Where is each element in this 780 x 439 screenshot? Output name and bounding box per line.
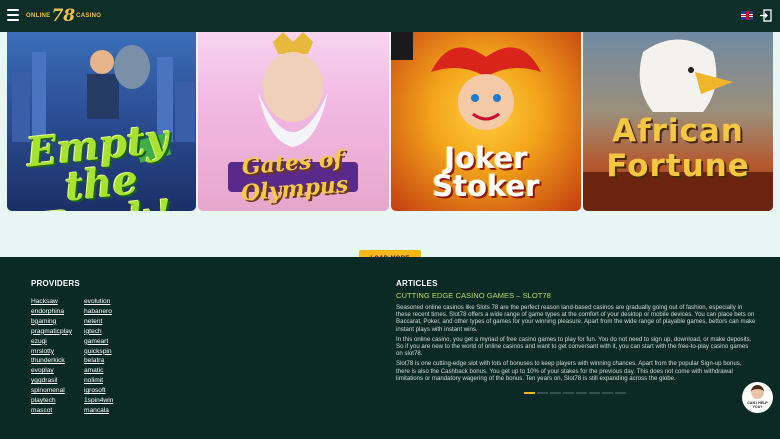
provider-link[interactable]: bgaming	[31, 317, 72, 327]
provider-link[interactable]: gameart	[84, 337, 113, 347]
support-agent-avatar	[751, 385, 764, 399]
slider-dot[interactable]	[615, 392, 626, 394]
logo-suffix: CASINO	[76, 13, 102, 19]
provider-link[interactable]: amatic	[84, 366, 113, 376]
slider-dot[interactable]	[563, 392, 574, 394]
game-card-empty-the-bank[interactable]: Empty the Bank!	[7, 32, 196, 211]
providers-column-1: Hacksaw endorphina bgaming pragmaticplay ezu…	[31, 297, 72, 416]
provider-link[interactable]: spinomenal	[31, 386, 72, 396]
game-card-gates-of-olympus[interactable]: Gates of Olympus	[198, 32, 389, 211]
providers-column-2: evolution habanero netent igtech gameart quic…	[84, 297, 113, 416]
provider-link[interactable]: yggdrasil	[31, 376, 72, 386]
provider-link[interactable]: Hacksaw	[31, 297, 72, 307]
provider-link[interactable]: nolimit	[84, 376, 113, 386]
provider-link[interactable]: endorphina	[31, 307, 72, 317]
provider-link[interactable]: evoplay	[31, 366, 72, 376]
provider-link[interactable]: pragmaticplay	[31, 327, 72, 337]
game-title: Joker Stoker	[432, 141, 540, 203]
game-card-joker-stoker[interactable]: Joker Stoker	[391, 32, 581, 211]
slider-dot[interactable]	[589, 392, 600, 394]
article-body: Seasoned online casinos like Slots 78 ar…	[396, 304, 756, 385]
provider-link[interactable]: ezugi	[31, 337, 72, 347]
game-card-african-fortune[interactable]: African Fortune	[583, 32, 773, 211]
providers-heading: PROVIDERS	[31, 279, 80, 288]
provider-link[interactable]: habanero	[84, 307, 113, 317]
provider-link[interactable]: belatra	[84, 356, 113, 366]
article-paragraph: Seasoned online casinos like Slots 78 ar…	[396, 304, 756, 333]
logo-prefix: ONLINE	[26, 13, 51, 19]
footer: PROVIDERS Hacksaw endorphina bgaming pragma…	[0, 257, 780, 439]
chat-help-widget[interactable]: CAN I HELP YOU?	[742, 382, 773, 413]
provider-link[interactable]: mancala	[84, 406, 113, 416]
provider-link[interactable]: thunderkick	[31, 356, 72, 366]
article-slider-dots	[524, 392, 626, 394]
article-paragraph: Slot78 is one cutting-edge slot with lot…	[396, 360, 742, 382]
slider-dot[interactable]	[550, 392, 561, 394]
provider-link[interactable]: igtech	[84, 327, 113, 337]
help-label: CAN I HELP YOU?	[747, 401, 768, 409]
provider-link[interactable]: mrslotty	[31, 347, 72, 357]
site-logo[interactable]: ONLINE 78 CASINO	[26, 6, 102, 26]
slider-dot[interactable]	[576, 392, 587, 394]
provider-link[interactable]: igrosoft	[84, 386, 113, 396]
article-paragraph: In this online casino, you get a myriad …	[396, 335, 752, 358]
provider-link[interactable]: playtech	[31, 396, 72, 406]
slider-dot[interactable]	[524, 392, 535, 394]
provider-link[interactable]: netent	[84, 317, 113, 327]
provider-link[interactable]: evolution	[84, 297, 113, 307]
top-header: ONLINE 78 CASINO	[0, 0, 780, 32]
slider-dot[interactable]	[602, 392, 613, 394]
logo-number: 78	[51, 6, 76, 26]
hamburger-menu-icon[interactable]	[7, 9, 19, 21]
provider-link[interactable]: 1spin4win	[84, 396, 113, 406]
slider-dot[interactable]	[537, 392, 548, 394]
game-title: Empty the Bank!	[24, 114, 174, 211]
uk-flag-icon[interactable]	[741, 11, 753, 20]
games-grid: Empty the Bank! Gates of Olympus Joker S…	[0, 32, 780, 269]
login-icon[interactable]	[760, 9, 772, 22]
article-subtitle: CUTTING EDGE CASINO GAMES – SLOT78	[396, 291, 551, 300]
provider-link[interactable]: mascot	[31, 406, 72, 416]
game-title: African Fortune	[606, 113, 750, 184]
articles-heading: ARTICLES	[396, 279, 438, 288]
provider-link[interactable]: quickspin	[84, 347, 113, 357]
